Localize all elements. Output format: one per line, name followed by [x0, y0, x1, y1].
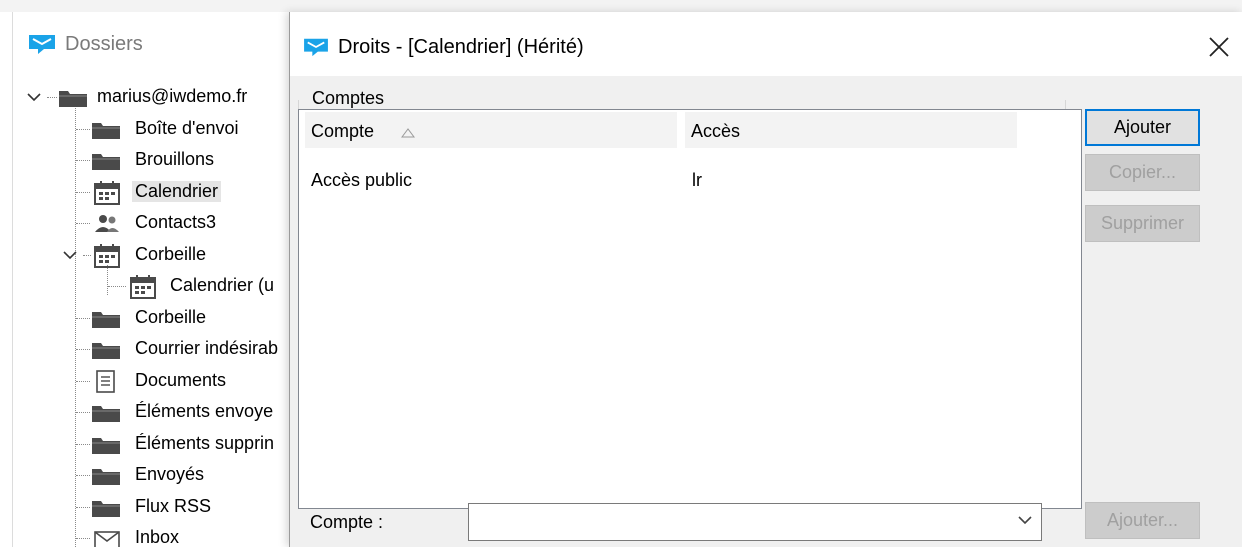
compte-field-label: Compte : [310, 512, 384, 532]
tree-item-label: Contacts3 [135, 212, 217, 232]
tree-item-label: Éléments supprin [135, 433, 275, 453]
tree-item-label: Boîte d'envoi [135, 118, 239, 138]
tree-item-corbeille-calendar[interactable]: Corbeille [13, 240, 313, 271]
folder-icon [92, 312, 120, 328]
close-icon[interactable] [1208, 36, 1230, 58]
tree-item-label: Documents [135, 370, 227, 390]
supprimer-button[interactable]: Supprimer [1085, 205, 1200, 242]
tree-item-label: marius@iwdemo.fr [97, 86, 248, 106]
tree-item-envoyes[interactable]: Envoyés [13, 460, 313, 491]
dialog-title: Droits - [Calendrier] (Hérité) [338, 36, 584, 58]
cell-acces: lr [692, 170, 702, 190]
calendar-icon [94, 181, 120, 205]
comptes-group-label: Comptes [310, 88, 387, 109]
folders-panel-title: Dossiers [65, 33, 143, 55]
rights-dialog: Droits - [Calendrier] (Hérité) Comptes C… [289, 12, 1242, 547]
table-row[interactable]: Accès public lr [305, 170, 1075, 198]
mail-icon [94, 531, 120, 547]
tree-item-inbox[interactable]: Inbox [13, 523, 313, 547]
tree-item-label: Courrier indésirab [135, 338, 279, 358]
folder-icon [92, 438, 120, 454]
column-header-label: Compte [311, 121, 375, 141]
tree-item-brouillons[interactable]: Brouillons [13, 145, 313, 176]
tree-item-label: Corbeille [135, 244, 207, 264]
tree-item-calendrier-nested[interactable]: Calendrier (u [13, 271, 313, 302]
tree-item-label: Flux RSS [135, 496, 212, 516]
tree-item-calendrier[interactable]: Calendrier [13, 177, 313, 208]
tree-item-label: Corbeille [135, 307, 207, 327]
chevron-down-icon[interactable] [27, 92, 41, 102]
tree-item-label: Éléments envoye [135, 401, 274, 421]
column-header-acces[interactable]: Accès [685, 112, 1017, 148]
copier-button[interactable]: Copier... [1085, 154, 1200, 191]
tree-item-contacts3[interactable]: Contacts3 [13, 208, 313, 239]
folder-icon [92, 123, 120, 139]
app-logo-icon [304, 38, 328, 57]
calendar-icon [130, 275, 156, 299]
contacts-icon [95, 215, 119, 232]
tree-item-label: Calendrier [132, 181, 222, 202]
tree-item-flux-rss[interactable]: Flux RSS [13, 492, 313, 523]
ajouter-button[interactable]: Ajouter [1085, 109, 1200, 146]
accounts-listview[interactable]: Compte Accès Accès public lr [298, 109, 1082, 509]
window-top-strip [0, 0, 1242, 12]
cell-compte: Accès public [311, 170, 413, 190]
tree-item-documents[interactable]: Documents [13, 366, 313, 397]
folder-icon [92, 501, 120, 517]
folders-panel: Dossiers marius@iwdemo.fr Boîte d'envoi … [12, 12, 313, 547]
ajouter-compte-button[interactable]: Ajouter... [1085, 502, 1200, 539]
tree-item-label: Calendrier (u [170, 275, 275, 295]
folder-icon [92, 469, 120, 485]
tree-item-label: Inbox [135, 527, 180, 547]
document-icon [96, 370, 115, 393]
column-header-label: Accès [691, 121, 741, 141]
tree-item-corbeille[interactable]: Corbeille [13, 303, 313, 334]
folder-icon [92, 154, 120, 170]
tree-item-courrier-indesirable[interactable]: Courrier indésirab [13, 334, 313, 365]
dialog-titlebar[interactable]: Droits - [Calendrier] (Hérité) [290, 12, 1242, 76]
folder-icon [92, 343, 120, 359]
chevron-down-icon[interactable] [1017, 514, 1033, 526]
tree-item-account[interactable]: marius@iwdemo.fr [13, 82, 313, 113]
folders-panel-header: Dossiers [13, 12, 313, 72]
chevron-down-icon[interactable] [63, 250, 77, 260]
tree-item-elements-supprimes[interactable]: Éléments supprin [13, 429, 313, 460]
folder-icon [59, 91, 87, 107]
compte-combobox[interactable] [468, 503, 1042, 541]
column-header-compte[interactable]: Compte [305, 112, 677, 148]
tree-item-elements-envoyes[interactable]: Éléments envoye [13, 397, 313, 428]
tree-item-label: Brouillons [135, 149, 215, 169]
folder-icon [92, 406, 120, 422]
tree-item-label: Envoyés [135, 464, 205, 484]
app-logo-icon [29, 35, 55, 54]
sort-ascending-icon [401, 128, 415, 138]
tree-item-boite-envoi[interactable]: Boîte d'envoi [13, 114, 313, 145]
calendar-icon [94, 244, 120, 268]
